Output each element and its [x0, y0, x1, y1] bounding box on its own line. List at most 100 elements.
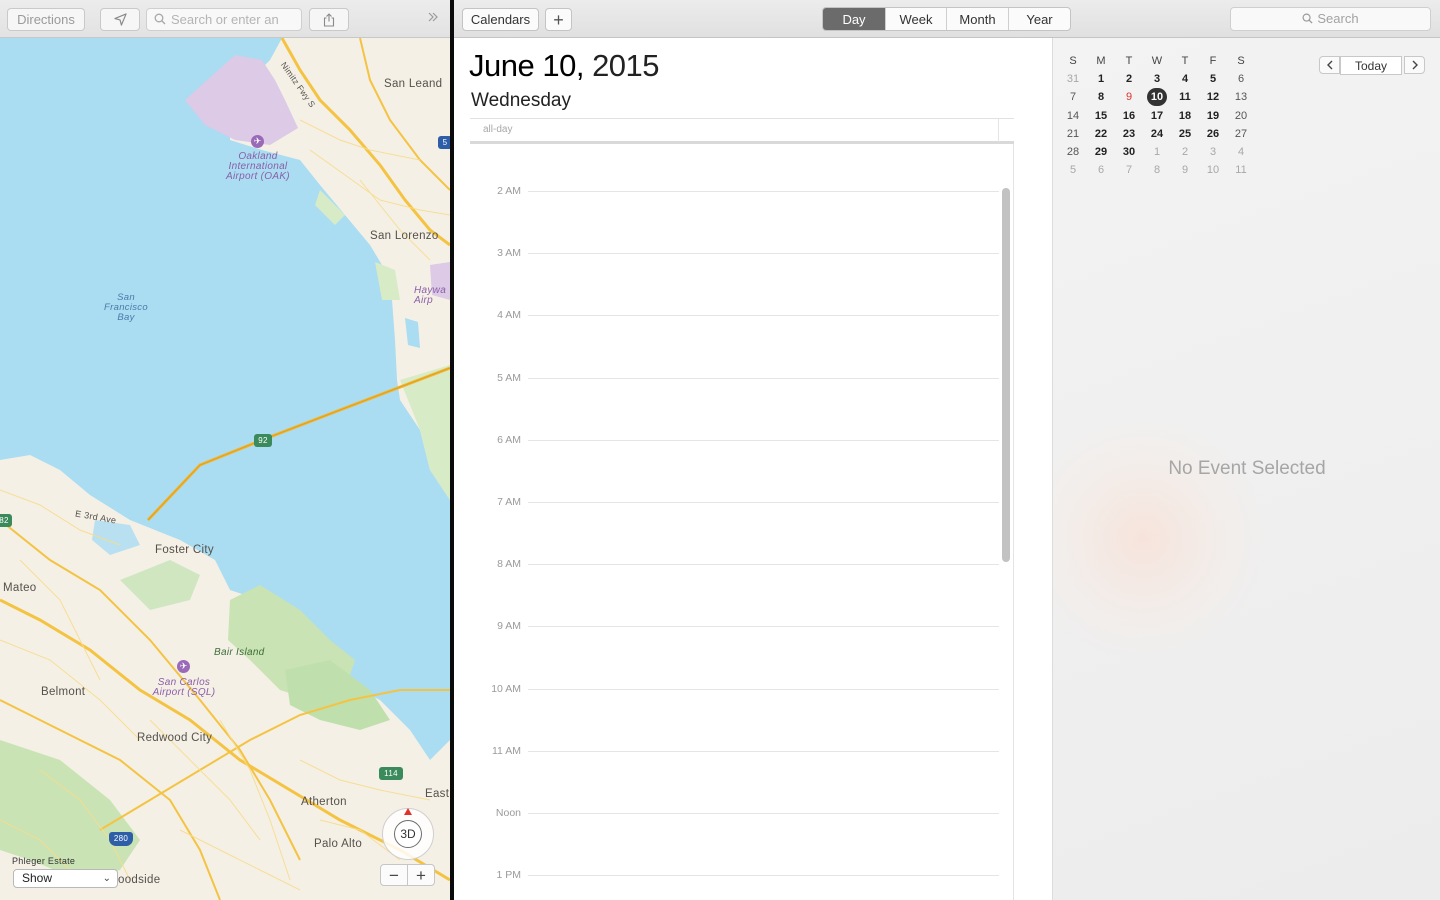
zoom-out-button[interactable]: −	[380, 864, 408, 886]
today-button[interactable]: Today	[1340, 56, 1402, 75]
show-select[interactable]: Show ⌄	[13, 869, 118, 888]
hour-row[interactable]: 10 AM	[470, 683, 999, 695]
hour-label: 6 AM	[497, 433, 521, 446]
mini-calendar-day[interactable]: 15	[1087, 107, 1115, 125]
hour-label: 3 AM	[497, 247, 521, 260]
mini-calendar-day[interactable]: 7	[1115, 161, 1143, 179]
mini-calendar-day[interactable]: 4	[1227, 143, 1255, 161]
mini-calendar-day[interactable]: 12	[1199, 88, 1227, 106]
tab-month[interactable]: Month	[947, 8, 1009, 30]
mini-calendar-day[interactable]: 8	[1087, 88, 1115, 106]
tab-week[interactable]: Week	[886, 8, 947, 30]
day-view-scrollbar[interactable]	[1002, 188, 1010, 562]
mini-calendar-day[interactable]: 11	[1227, 161, 1255, 179]
zoom-in-button[interactable]: +	[407, 864, 435, 886]
hour-row[interactable]: Noon	[470, 807, 999, 819]
mini-calendar-day[interactable]: 7	[1059, 88, 1087, 106]
mini-calendar-day[interactable]: 29	[1087, 143, 1115, 161]
hour-row[interactable]: 6 AM	[470, 434, 999, 446]
map-label-san-lorenzo: San Lorenzo	[370, 230, 439, 242]
toolbar-overflow-button[interactable]	[426, 10, 444, 28]
mini-calendar-day-number: 11	[1235, 164, 1247, 177]
maps-search-input[interactable]: Search or enter an	[146, 8, 302, 31]
hour-line	[528, 439, 999, 441]
mini-calendar-day[interactable]: 4	[1171, 70, 1199, 88]
day-view[interactable]: June 10, 2015 Wednesday all-day 2 AM 3 AM…	[454, 38, 1052, 900]
mini-calendar-day[interactable]: 27	[1227, 125, 1255, 143]
share-button[interactable]	[309, 8, 349, 31]
hour-row[interactable]: 4 AM	[470, 309, 999, 321]
hour-row[interactable]: 9 AM	[470, 620, 999, 632]
mini-calendar-day[interactable]: 2	[1171, 143, 1199, 161]
hour-row[interactable]: 2 AM	[470, 185, 999, 197]
next-day-button[interactable]	[1404, 56, 1425, 74]
airport-oak-icon[interactable]: ✈	[251, 135, 264, 148]
hour-grid[interactable]: 2 AM 3 AM 4 AM 5 AM 6 AM 7 AM 8 AM 9 AM 10 AM 11 …	[470, 144, 1014, 900]
all-day-row[interactable]: all-day	[470, 118, 1014, 144]
mini-calendar-day[interactable]: 25	[1171, 125, 1199, 143]
route-114-shield: 114	[379, 767, 403, 780]
map-label-belmont: Belmont	[41, 686, 86, 698]
hour-line	[528, 750, 999, 752]
mini-calendar-day[interactable]: 9	[1171, 161, 1199, 179]
mini-calendar-day-number: 16	[1122, 109, 1136, 122]
mini-calendar-day[interactable]: 1	[1087, 70, 1115, 88]
3d-button[interactable]: 3D	[394, 820, 422, 848]
mini-calendar-day[interactable]: 8	[1143, 161, 1171, 179]
mini-calendar-day[interactable]: 9	[1115, 88, 1143, 106]
calendar-toolbar: Calendars + Day Week Month Year Search	[454, 0, 1440, 38]
mini-calendar-day[interactable]: 2	[1115, 70, 1143, 88]
hour-line	[528, 315, 999, 317]
mini-calendar-day[interactable]: 23	[1115, 125, 1143, 143]
mini-calendar-day[interactable]: 17	[1143, 107, 1171, 125]
mini-calendar-day[interactable]: 6	[1087, 161, 1115, 179]
add-event-button[interactable]: +	[545, 8, 572, 31]
mini-calendar-day-number: 4	[1237, 145, 1245, 158]
mini-calendar-day[interactable]: 28	[1059, 143, 1087, 161]
hour-row[interactable]: 7 AM	[470, 496, 999, 508]
mini-calendar-day[interactable]: 5	[1199, 70, 1227, 88]
hour-row[interactable]: 3 AM	[470, 247, 999, 259]
mini-calendar-day[interactable]: 24	[1143, 125, 1171, 143]
hour-row[interactable]: 8 AM	[470, 558, 999, 570]
mini-calendar-day-number: 11	[1179, 91, 1191, 104]
hour-label: 11 AM	[492, 744, 521, 757]
mini-calendar-weekday: W	[1151, 55, 1163, 67]
mini-calendar-day[interactable]: 10	[1199, 161, 1227, 179]
mini-calendar-day[interactable]: 18	[1171, 107, 1199, 125]
hour-line	[528, 253, 999, 255]
mini-calendar-day[interactable]: 1	[1143, 143, 1171, 161]
mini-calendar-day[interactable]: 30	[1115, 143, 1143, 161]
current-location-button[interactable]	[100, 8, 140, 31]
mini-calendar-day[interactable]: 16	[1115, 107, 1143, 125]
hour-row[interactable]: 11 AM	[470, 745, 999, 757]
chevron-left-icon	[1326, 60, 1332, 70]
mini-calendar-day[interactable]: 22	[1087, 125, 1115, 143]
previous-day-button[interactable]	[1319, 56, 1340, 74]
mini-calendar-day[interactable]: 10	[1143, 88, 1171, 107]
date-heading: June 10, 2015	[469, 48, 660, 84]
map-label-east: East	[425, 788, 450, 800]
mini-calendar-day[interactable]: 20	[1227, 107, 1255, 125]
calendar-search-input[interactable]: Search	[1230, 7, 1431, 31]
airport-sql-icon[interactable]: ✈	[177, 660, 190, 673]
mini-calendar-day[interactable]: 14	[1059, 107, 1087, 125]
mini-calendar-day[interactable]: 5	[1059, 161, 1087, 179]
mini-calendar-day[interactable]: 11	[1171, 88, 1199, 106]
calendars-button[interactable]: Calendars	[462, 8, 539, 31]
mini-calendar-day[interactable]: 26	[1199, 125, 1227, 143]
mini-calendar-day[interactable]: 3	[1199, 143, 1227, 161]
hour-row[interactable]: 1 PM	[470, 869, 999, 881]
mini-calendar-day[interactable]: 31	[1059, 70, 1087, 88]
mini-calendar-day[interactable]: 3	[1143, 70, 1171, 88]
hour-row[interactable]: 5 AM	[470, 372, 999, 384]
tab-year[interactable]: Year	[1009, 8, 1070, 30]
mini-calendar-day[interactable]: 6	[1227, 70, 1255, 88]
directions-button[interactable]: Directions	[7, 8, 85, 31]
mini-calendar-day-number: 8	[1153, 164, 1161, 177]
mini-calendar-day[interactable]: 13	[1227, 88, 1255, 106]
mini-calendar-day[interactable]: 19	[1199, 107, 1227, 125]
hour-label: Noon	[495, 807, 521, 819]
tab-day[interactable]: Day	[823, 8, 886, 30]
mini-calendar-day[interactable]: 21	[1059, 125, 1087, 143]
